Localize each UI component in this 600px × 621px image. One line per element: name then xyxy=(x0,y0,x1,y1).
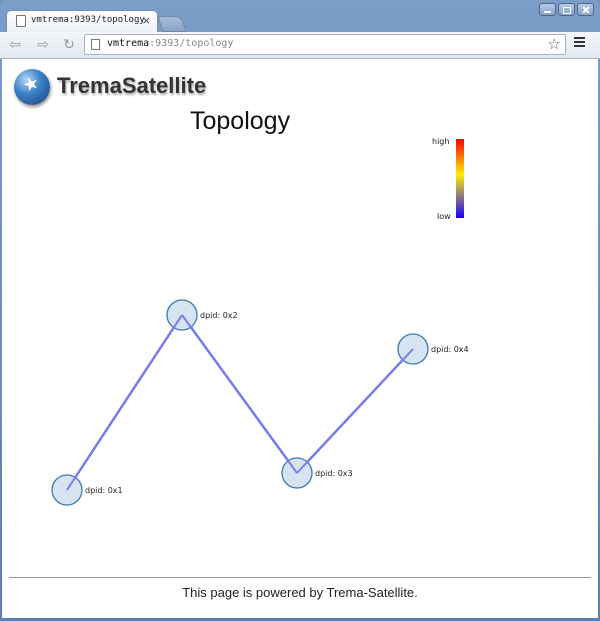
topology-link-overlay xyxy=(296,348,414,474)
browser-toolbar: ⇦ ⇨ ↻ vmtrema:9393/topology ☆ xyxy=(0,32,600,59)
tab-close-icon[interactable]: × xyxy=(142,14,151,27)
page-icon xyxy=(91,39,100,50)
footer-text: This page is powered by Trema-Satellite. xyxy=(182,585,418,600)
url-host: vmtrema xyxy=(107,38,150,49)
switch-node-label: dpid: 0x1 xyxy=(85,486,123,495)
new-tab-button[interactable] xyxy=(157,16,187,32)
forward-icon[interactable]: ⇨ xyxy=(34,36,52,54)
tab-topology[interactable]: vmtrema:9393/topology × xyxy=(6,10,158,32)
star-icon[interactable]: ☆ xyxy=(548,36,561,53)
back-icon[interactable]: ⇦ xyxy=(6,36,24,54)
page-icon xyxy=(16,15,26,27)
close-icon[interactable] xyxy=(577,3,594,16)
menu-icon[interactable] xyxy=(574,37,585,51)
switch-node-label: dpid: 0x3 xyxy=(315,469,353,478)
tab-title: vmtrema:9393/topology xyxy=(31,15,145,25)
footer-divider xyxy=(9,577,591,578)
url-path: :9393/topology xyxy=(149,38,234,49)
topology-link-overlay xyxy=(66,314,183,491)
address-bar[interactable]: vmtrema:9393/topology ☆ xyxy=(84,34,566,55)
topology-link-overlay xyxy=(181,314,298,474)
browser-window: vmtrema:9393/topology × ⇦ ⇨ ↻ vmtrema:93… xyxy=(0,0,600,621)
url-text[interactable]: vmtrema:9393/topology xyxy=(107,38,233,49)
maximize-icon[interactable] xyxy=(558,3,575,16)
switch-node-label: dpid: 0x4 xyxy=(431,345,469,354)
reload-icon[interactable]: ↻ xyxy=(60,36,78,54)
page-viewport: TremaSatellite Topology high low dpid: 0… xyxy=(2,59,598,618)
topology-graph: dpid: 0x1 dpid: 0x2 dpid: 0x3 dpid: 0x4 xyxy=(51,299,469,506)
tab-strip: vmtrema:9393/topology × xyxy=(0,0,600,32)
switch-node-label: dpid: 0x2 xyxy=(200,311,238,320)
minimize-icon[interactable] xyxy=(539,3,556,16)
